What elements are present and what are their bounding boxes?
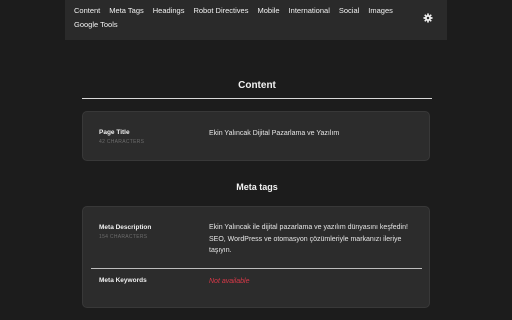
tab-headings[interactable]: Headings — [153, 6, 185, 16]
tab-social[interactable]: Social — [339, 6, 359, 16]
tab-content[interactable]: Content — [74, 6, 100, 16]
top-navigation: Content Meta Tags Headings Robot Directi… — [65, 0, 447, 40]
content-section-title: Content — [238, 80, 276, 91]
tab-mobile[interactable]: Mobile — [257, 6, 279, 16]
tab-google-tools[interactable]: Google Tools — [74, 20, 118, 30]
tab-images[interactable]: Images — [368, 6, 393, 16]
page-title-char-count: 42 CHARACTERS — [99, 139, 145, 145]
page-title-label: Page Title — [99, 129, 130, 136]
gear-icon[interactable] — [422, 12, 434, 24]
row-divider — [91, 268, 422, 269]
content-divider — [82, 98, 432, 99]
meta-section-title: Meta tags — [236, 182, 278, 192]
meta-description-label: Meta Description — [99, 224, 152, 231]
tab-robot-directives[interactable]: Robot Directives — [193, 6, 248, 16]
meta-description-char-count: 154 CHARACTERS — [99, 234, 148, 240]
tab-meta-tags[interactable]: Meta Tags — [109, 6, 143, 16]
page-title-value: Ekin Yalıncak Dijital Pazarlama ve Yazıl… — [209, 130, 340, 137]
meta-tags-card: Meta Description 154 CHARACTERS Ekin Yal… — [82, 206, 430, 308]
tab-international[interactable]: International — [289, 6, 330, 16]
meta-description-value: Ekin Yalıncak ile dijital pazarlama ve y… — [209, 224, 408, 254]
meta-keywords-value: Not available — [209, 278, 250, 285]
meta-keywords-label: Meta Keywords — [99, 277, 147, 284]
page-title-card: Page Title 42 CHARACTERS Ekin Yalıncak D… — [82, 111, 430, 161]
nav-tabs: Content Meta Tags Headings Robot Directi… — [74, 6, 414, 30]
